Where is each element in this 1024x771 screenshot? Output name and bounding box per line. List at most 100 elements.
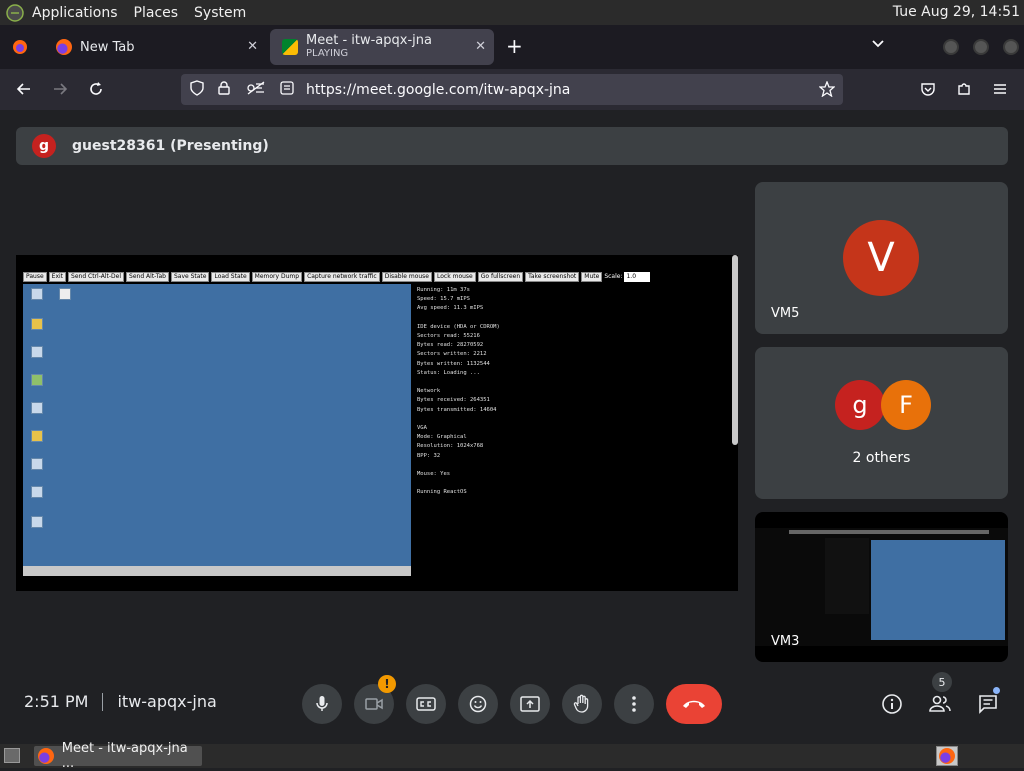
panel-clock[interactable]: Tue Aug 29, 14:51: [893, 4, 1020, 20]
mute-button[interactable]: Mute: [581, 272, 603, 282]
others-count-label: 2 others: [852, 450, 911, 466]
emulator-stats: Running: 11m 37s Speed: 15.7 mIPS Avg sp…: [414, 284, 538, 502]
scale-label: Scale:: [604, 273, 623, 280]
hamburger-menu-icon[interactable]: [988, 77, 1012, 101]
my-computer-icon: [31, 288, 43, 300]
permissions-icon[interactable]: [246, 80, 268, 99]
chat-button[interactable]: [974, 687, 1002, 718]
recycle-icon: [31, 516, 43, 528]
hang-up-icon: [683, 700, 705, 708]
close-tab-icon[interactable]: ✕: [247, 39, 258, 54]
camera-warning-icon: !: [378, 675, 396, 693]
tab-new-tab[interactable]: New Tab ✕: [44, 29, 266, 65]
shared-screen-scrollbar[interactable]: [732, 255, 738, 445]
chat-notification-dot: [993, 687, 1000, 694]
firefox-view-icon[interactable]: [12, 39, 28, 55]
reload-icon[interactable]: [84, 77, 108, 101]
people-icon: [929, 695, 951, 712]
meeting-code: itw-apqx-jna: [117, 692, 217, 711]
alt-tab-button[interactable]: Send Alt-Tab: [126, 272, 169, 282]
url-bar[interactable]: https://meet.google.com/itw-apqx-jna: [181, 74, 843, 105]
close-tab-icon[interactable]: ✕: [475, 39, 486, 54]
minimize-window-button[interactable]: [943, 39, 959, 55]
gnome-foot-icon[interactable]: [6, 3, 24, 22]
forward-icon[interactable]: [48, 77, 72, 101]
shared-screen[interactable]: Pause Exit Send Ctrl-Alt-Del Send Alt-Tab Sa…: [16, 255, 738, 591]
tab-meet[interactable]: Meet - itw-apqx-jna PLAYING ✕: [270, 29, 494, 65]
vm3-screen-preview: [755, 528, 1008, 646]
folder-icon: [31, 486, 43, 498]
participant-avatar-g: g: [835, 380, 885, 430]
more-options-button[interactable]: [614, 684, 654, 724]
captions-button[interactable]: [406, 684, 446, 724]
firefox-icon: [38, 748, 54, 764]
screenshot-button[interactable]: Take screenshot: [525, 272, 580, 282]
places-menu[interactable]: Places: [126, 5, 187, 21]
presenter-avatar: g: [32, 134, 56, 158]
reader-view-icon[interactable]: [280, 80, 296, 99]
disable-mouse-button[interactable]: Disable mouse: [381, 272, 433, 282]
system-menu[interactable]: System: [186, 5, 254, 21]
camera-button[interactable]: !: [354, 675, 396, 724]
tab-strip: New Tab ✕ Meet - itw-apqx-jna PLAYING ✕ …: [0, 25, 1024, 69]
reactions-button[interactable]: [458, 684, 498, 724]
emoji-icon: [469, 695, 487, 713]
info-icon: [882, 694, 902, 714]
tab-playing-label: PLAYING: [306, 48, 349, 59]
present-button[interactable]: [510, 684, 550, 724]
lock-mouse-button[interactable]: Lock mouse: [434, 272, 476, 282]
vm-desktop[interactable]: [23, 284, 411, 576]
taskbar-window-meet[interactable]: Meet - itw-apqx-jna ...: [34, 741, 202, 771]
participant-avatar: V: [843, 220, 919, 296]
participant-tile-vm3[interactable]: VM3: [755, 512, 1008, 662]
capture-network-button[interactable]: Capture network traffic: [304, 272, 380, 282]
applications-menu[interactable]: Applications: [24, 5, 126, 21]
firefox-icon: [939, 748, 955, 764]
microphone-button[interactable]: [302, 684, 342, 724]
pocket-icon[interactable]: [916, 77, 940, 101]
apps-icon: [31, 430, 43, 442]
list-tabs-icon[interactable]: [870, 35, 886, 55]
microphone-icon: [316, 696, 328, 711]
new-tab-button[interactable]: +: [506, 34, 523, 58]
divider: [102, 692, 104, 711]
participant-name: VM5: [771, 306, 800, 321]
save-state-button[interactable]: Save State: [170, 272, 210, 282]
workspace-switcher-icon[interactable]: [936, 746, 958, 766]
captions-icon: [416, 697, 436, 711]
meeting-time: 2:51 PM: [24, 692, 89, 711]
navigation-bar: https://meet.google.com/itw-apqx-jna: [0, 69, 1024, 110]
camera-off-icon: [365, 698, 383, 710]
document-icon: [59, 288, 71, 300]
maximize-window-button[interactable]: [973, 39, 989, 55]
show-desktop-icon[interactable]: [4, 748, 20, 763]
pause-button[interactable]: Pause: [23, 272, 47, 282]
load-state-button[interactable]: Load State: [211, 272, 250, 282]
back-icon[interactable]: [12, 77, 36, 101]
leave-call-button[interactable]: [666, 684, 722, 724]
ctrl-alt-del-button[interactable]: Send Ctrl-Alt-Del: [68, 272, 125, 282]
close-window-button[interactable]: [1003, 39, 1019, 55]
exit-button[interactable]: Exit: [48, 272, 67, 282]
lock-icon[interactable]: [218, 80, 232, 99]
shield-icon[interactable]: [190, 79, 206, 100]
url-text[interactable]: https://meet.google.com/itw-apqx-jna: [306, 82, 570, 98]
participant-tile-others[interactable]: g F 2 others: [755, 347, 1008, 499]
chat-icon: [979, 695, 997, 714]
computer-icon: [31, 458, 43, 470]
people-button[interactable]: 5: [926, 672, 954, 718]
presenter-bar: g guest28361 (Presenting): [16, 127, 1008, 165]
people-count-badge: 5: [932, 672, 952, 692]
memory-dump-button[interactable]: Memory Dump: [251, 272, 303, 282]
scale-input[interactable]: 1.0: [624, 272, 651, 282]
meeting-info: 2:51 PM itw-apqx-jna: [24, 692, 217, 711]
meeting-details-button[interactable]: [878, 690, 906, 718]
my-documents-icon: [31, 318, 43, 330]
more-vert-icon: [632, 696, 636, 712]
raise-hand-button[interactable]: [562, 684, 602, 724]
bookmark-star-icon[interactable]: [818, 80, 836, 101]
fullscreen-button[interactable]: Go fullscreen: [477, 272, 524, 282]
vm-taskbar: [23, 566, 411, 576]
participant-tile-vm5[interactable]: V VM5: [755, 182, 1008, 334]
extensions-icon[interactable]: [952, 77, 976, 101]
